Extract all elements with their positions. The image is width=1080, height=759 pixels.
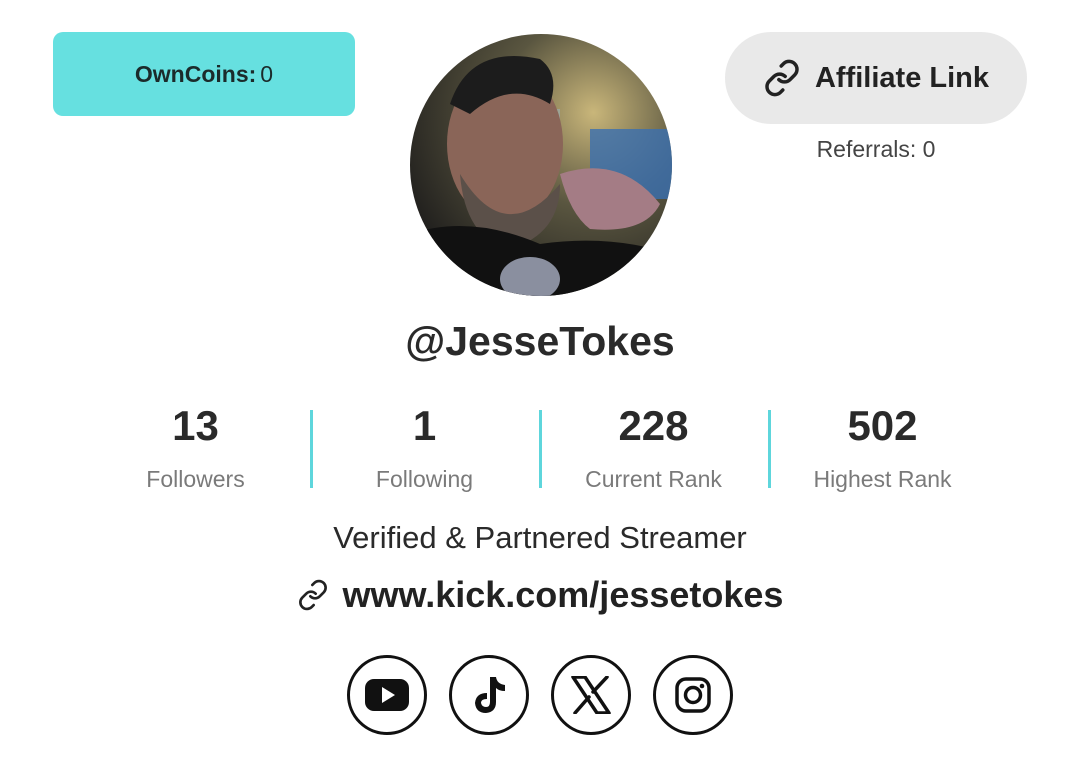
owncoins-badge[interactable]: OwnCoins: 0 [53,32,355,116]
stat-value: 13 [172,402,219,449]
instagram-icon [675,677,711,713]
referrals-count: Referrals: 0 [816,136,936,162]
x-link[interactable] [551,655,631,735]
instagram-link[interactable] [653,655,733,735]
avatar[interactable] [410,34,672,296]
affiliate-link-label: Affiliate Link [814,61,989,94]
stat-label: Followers [146,466,245,492]
stat-value: 1 [412,402,437,449]
stat-value: 228 [618,402,689,449]
affiliate-link-button[interactable]: Affiliate Link [725,32,1027,124]
link-icon [298,579,327,611]
tiktok-icon [475,677,505,713]
x-icon [571,676,611,714]
stat-followers[interactable]: 13 Followers [81,398,310,502]
profile-bio: Verified & Partnered Streamer [333,520,747,555]
youtube-link[interactable] [347,655,427,735]
stat-current-rank: 228 Current Rank [539,398,768,502]
owncoins-label: OwnCoins: [134,60,257,87]
stats-row: 13 Followers 1 Following 228 Current Ran… [81,398,997,502]
stat-highest-rank: 502 Highest Rank [768,398,997,502]
stat-following[interactable]: 1 Following [310,398,539,502]
stat-value: 502 [847,402,918,449]
link-icon [765,59,799,97]
stat-label: Current Rank [585,466,722,492]
username: @JesseTokes [405,318,675,364]
tiktok-link[interactable] [449,655,529,735]
owncoins-value: 0 [260,60,274,87]
social-links [0,655,1080,735]
stat-label: Following [375,466,474,492]
profile-link-text[interactable]: www.kick.com/jessetokes [343,574,784,616]
stat-label: Highest Rank [813,466,952,492]
profile-link[interactable]: www.kick.com/jessetokes [0,574,1080,616]
youtube-icon [365,679,409,711]
